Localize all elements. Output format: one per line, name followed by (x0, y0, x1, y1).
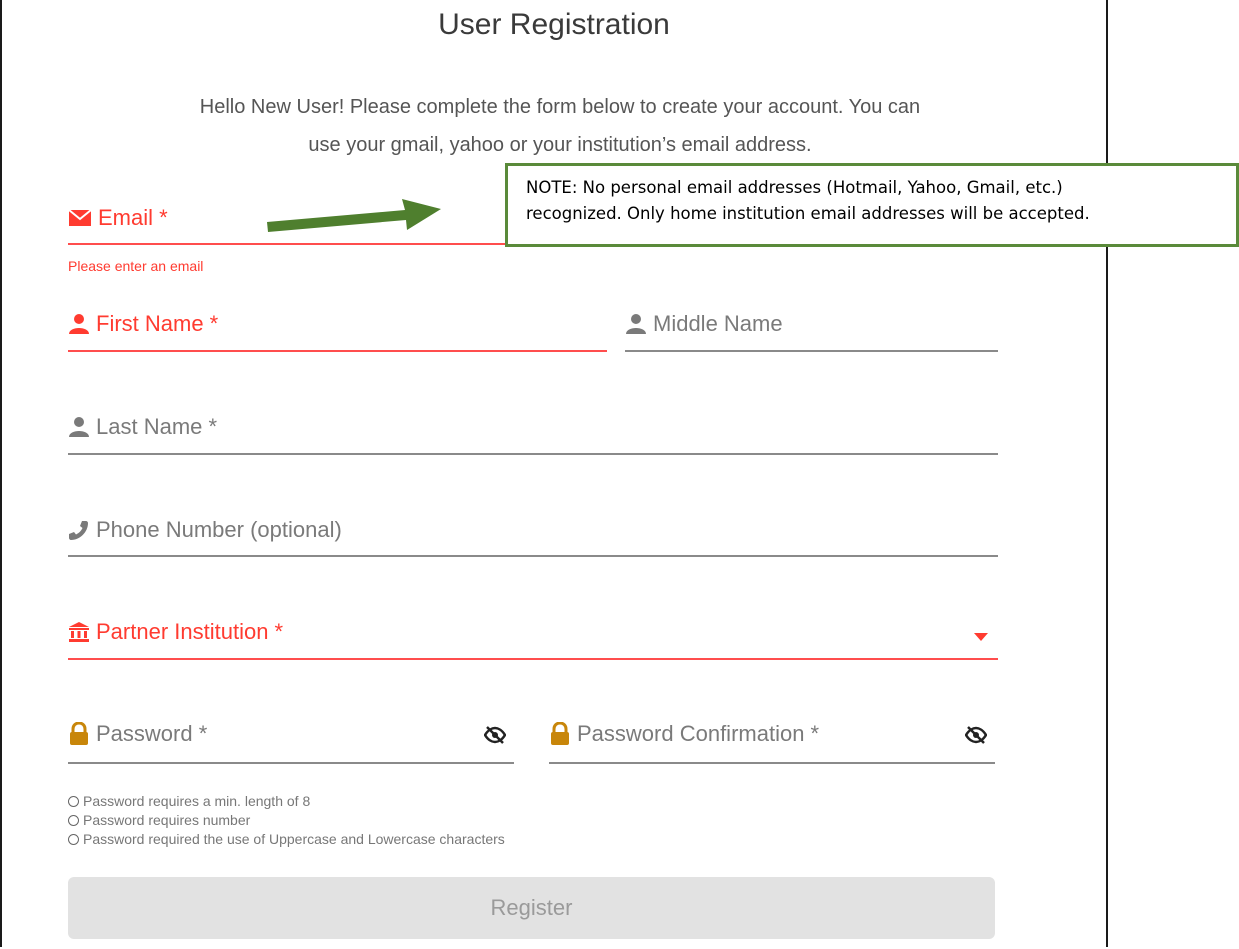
email-error: Please enter an email (68, 258, 204, 274)
circle-outline-icon (68, 815, 79, 826)
eye-slash-icon[interactable] (964, 726, 988, 749)
note-line-2: recognized. Only home institution email … (526, 204, 1090, 223)
user-icon (68, 313, 90, 335)
phone-icon (68, 519, 90, 541)
eye-slash-icon[interactable] (483, 726, 507, 749)
envelope-icon (68, 209, 92, 227)
password-rule: Password requires number (68, 811, 505, 830)
lock-icon (549, 722, 571, 746)
phone-number-field[interactable]: Phone Number (optional) (68, 505, 998, 557)
partner-institution-underline (68, 658, 998, 660)
user-icon (625, 313, 647, 335)
password-rule: Password requires a min. length of 8 (68, 792, 505, 811)
circle-outline-icon (68, 834, 79, 845)
institution-icon (68, 621, 90, 643)
middle-name-label: Middle Name (653, 311, 783, 336)
phone-label: Phone Number (optional) (96, 517, 342, 542)
partner-institution-label: Partner Institution * (96, 619, 284, 644)
phone-underline (68, 555, 998, 557)
password-confirmation-field[interactable]: Password Confirmation * (549, 710, 995, 764)
user-icon (68, 416, 90, 438)
last-name-underline (68, 453, 998, 455)
password-rule-text: Password required the use of Uppercase a… (83, 831, 505, 847)
last-name-label: Last Name * (96, 414, 218, 439)
first-name-label: First Name * (96, 311, 219, 336)
intro-line-1: Hello New User! Please complete the form… (199, 96, 921, 118)
password-underline (68, 762, 514, 764)
password-label: Password * (96, 721, 208, 746)
middle-name-field[interactable]: Middle Name (625, 300, 998, 352)
password-requirements: Password requires a min. length of 8 Pas… (68, 792, 505, 849)
password-rule-text: Password requires a min. length of 8 (83, 793, 311, 809)
circle-outline-icon (68, 796, 79, 807)
note-line-1: NOTE: No personal email addresses (Hotma… (526, 178, 1063, 197)
intro-text: Hello New User! Please complete the form… (80, 88, 1040, 164)
annotation-note: NOTE: No personal email addresses (Hotma… (505, 163, 1239, 247)
password-field[interactable]: Password * (68, 710, 514, 764)
email-label: Email * (98, 205, 168, 230)
password-rule: Password required the use of Uppercase a… (68, 830, 505, 849)
last-name-field[interactable]: Last Name * (68, 403, 998, 455)
password-confirmation-underline (549, 762, 995, 764)
password-confirmation-label: Password Confirmation * (577, 721, 820, 746)
annotation-arrow-icon (267, 199, 441, 232)
middle-name-underline (625, 350, 998, 352)
first-name-underline (68, 350, 607, 352)
partner-institution-select[interactable]: Partner Institution * (68, 608, 998, 660)
caret-down-icon[interactable] (974, 628, 988, 646)
first-name-field[interactable]: First Name * (68, 300, 607, 352)
page-title: User Registration (438, 8, 670, 41)
lock-icon (68, 722, 90, 746)
password-rule-text: Password requires number (83, 812, 251, 828)
register-button[interactable]: Register (68, 877, 995, 939)
intro-line-2: use your gmail, yahoo or your institutio… (308, 134, 812, 156)
